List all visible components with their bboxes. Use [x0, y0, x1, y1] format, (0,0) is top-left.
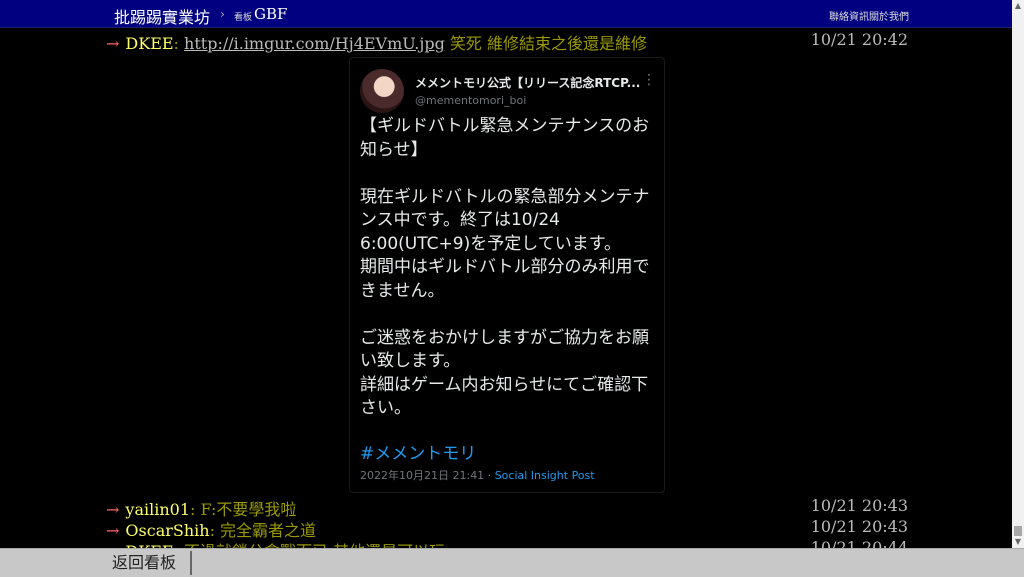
breadcrumb-separator: › [220, 7, 225, 21]
contact-info-link[interactable]: 聯絡資訊 [829, 8, 869, 23]
tweet-line: い致します。 [360, 351, 461, 371]
tweet-line: 6:00(UTC+9)を予定しています。 [360, 233, 621, 254]
back-to-board-button[interactable]: 返回看板 [106, 551, 192, 575]
tweet-handle[interactable]: @mementomori_boi [415, 94, 526, 107]
push-row: → yailin01: F:不要學我啦 10/21 20:43 [106, 496, 908, 519]
tweet-hashtag-link[interactable]: #メメントモリ [360, 439, 476, 464]
top-navigation-bar: 批踢踢實業坊 › 看板 GBF 聯絡資訊 關於我們 [0, 0, 1012, 28]
tweet-line: さい。 [360, 398, 411, 418]
site-brand-link[interactable]: 批踢踢實業坊 [114, 4, 210, 28]
tweet-line: きません。 [360, 280, 445, 301]
push-datetime: 10/21 20:43 [810, 517, 908, 536]
board-label: 看板 [234, 13, 253, 23]
footer-dot: · [484, 469, 495, 482]
page-scrollbar[interactable]: ▲ ▼ [1012, 0, 1024, 548]
tweet-display-name[interactable]: メメントモリ公式【リリース記念RTCP... [415, 74, 640, 91]
tweet-source-link[interactable]: Social Insight Post [495, 469, 595, 482]
tweet-avatar[interactable] [360, 69, 404, 113]
scroll-up-arrow-icon[interactable]: ▲ [1012, 0, 1024, 12]
scroll-down-arrow-icon[interactable]: ▼ [1012, 536, 1024, 548]
tweet-line: ンス中です。終了は10/24 [360, 210, 560, 230]
tweet-line: 期間中はギルドバトル部分のみ利用で [360, 257, 650, 277]
push-datetime: 10/21 20:42 [810, 30, 908, 49]
push-userid: DKEE [125, 34, 174, 53]
tweet-body: 【ギルドバトル緊急メンテナンスのお 知らせ】 現在ギルドバトルの緊急部分メンテナ… [360, 115, 656, 421]
scrollbar-thumb[interactable] [1014, 526, 1022, 536]
embedded-tweet[interactable]: メメントモリ公式【リリース記念RTCP... @mementomori_boi … [349, 57, 665, 493]
tweet-line: 現在ギルドバトルの緊急部分メンテナ [360, 186, 650, 207]
push-tag: → [106, 34, 120, 53]
tweet-line: 詳細はゲーム内お知らせにてご確認下 [360, 374, 649, 395]
tweet-timestamp[interactable]: 2022年10月21日 21:41 [360, 469, 484, 482]
push-separator: : [173, 34, 179, 53]
push-row: → DKEE: http://i.imgur.com/Hj4EVmU.jpg 笑死… [106, 30, 908, 53]
tweet-line: 知らせ】 [360, 139, 428, 160]
tweet-line: ご迷惑をおかけしますがご協力をお願 [360, 327, 649, 348]
bottom-navigation-bar: 返回看板 [0, 548, 1024, 577]
push-image-link[interactable]: http://i.imgur.com/Hj4EVmU.jpg [184, 34, 445, 53]
tweet-line: 【ギルドバトル緊急メンテナンスのお [360, 116, 650, 136]
push-datetime: 10/21 20:43 [810, 496, 908, 515]
push-content: 笑死 維修結束之後還是維修 [444, 34, 648, 53]
about-us-link[interactable]: 關於我們 [869, 8, 909, 23]
push-row: → OscarShih: 完全霸者之道 10/21 20:43 [106, 517, 908, 540]
tweet-footer: 2022年10月21日 21:41 · Social Insight Post [360, 467, 595, 483]
board-name-link[interactable]: GBF [254, 5, 287, 23]
more-options-icon[interactable]: ⋮ [642, 72, 656, 88]
